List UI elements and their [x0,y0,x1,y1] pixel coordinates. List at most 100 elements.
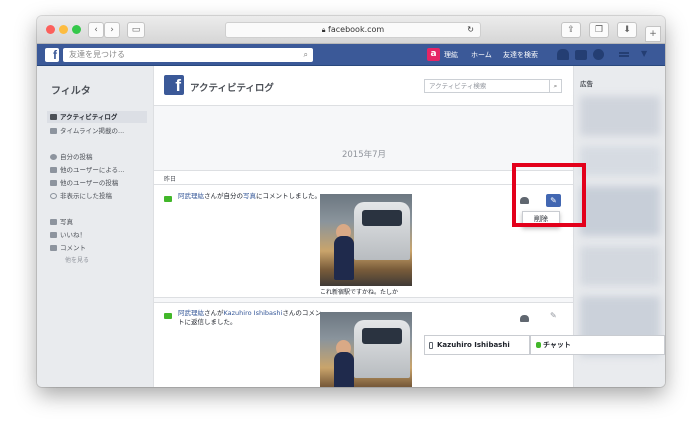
comment-icon [50,180,57,186]
back-button[interactable]: ‹ [88,22,104,38]
sidebar-item-label: 他のユーザーによる... [60,166,125,174]
minimize-window-button[interactable] [59,25,68,34]
sidebar-item-label: いいね！ [60,231,86,239]
photo-caption: これ新宿駅ですかね。たしか [320,289,399,296]
privacy-shortcuts-icon[interactable] [619,52,629,57]
share-icon: ⇪ [567,25,575,35]
sidebar-item-likes[interactable]: いいね！ [47,229,147,241]
train-window-shape [362,210,402,226]
entry-text: 阿武理紘さんがKazuhiro Ishibashiさんのコメントに返信しました。 [178,309,322,327]
address-bar[interactable]: 🔒︎ facebook.com ↻ [225,22,481,38]
tabs-button[interactable]: ❐ [589,22,609,38]
photo-icon [50,219,57,225]
activity-search-input[interactable]: アクティビティ検索 ⌕ [424,79,562,93]
sidebar-item-label: 非表示にした投稿 [60,192,112,200]
ad-placeholder [580,146,660,176]
author-link[interactable]: 阿武理紘 [178,309,204,317]
close-window-button[interactable] [46,25,55,34]
commenter-link[interactable]: Kazuhiro Ishibashi [224,309,283,317]
entry-photo[interactable] [320,312,412,387]
activity-entry: 阿武理紘さんが自分の写真にコメントしました。 これ新宿駅ですかね。たしか ✎ 削… [154,184,574,298]
sidebar-item-activity-log[interactable]: アクティビティログ [47,111,147,123]
phone-icon [429,342,433,349]
facebook-logo-large: f [164,75,184,95]
entry-text-mid: さんが [204,309,224,317]
downloads-button[interactable]: ⬇ [617,22,637,38]
entry-text-mid: さんが自分の [204,192,243,200]
section-header: 昨日 [154,170,574,184]
sidebar-item-label: 写真 [60,218,73,226]
friend-search-placeholder: 友達を見つける [69,50,125,59]
friend-requests-icon[interactable] [557,49,569,60]
photo-link[interactable]: 写真 [243,192,256,200]
chevron-right-icon: › [110,25,114,35]
log-icon [50,114,57,120]
new-tab-button[interactable]: + [645,26,661,42]
friend-search-input[interactable]: 友達を見つける ⌕ [63,48,313,62]
hidden-icon [50,193,57,199]
ad-placeholder [580,96,660,136]
sidebar-item-others-posts[interactable]: 他のユーザーの投稿 [47,177,147,189]
entry-photo[interactable] [320,194,412,286]
sidebar-item-label: 自分の投稿 [60,153,93,161]
sidebar-item-label: コメント [60,244,86,252]
sidebar-item-timeline-review[interactable]: タイムライン掲載の... [47,125,147,137]
ads-label: 広告 [580,80,593,88]
plus-icon: + [649,29,657,39]
search-icon[interactable]: ⌕ [304,48,308,62]
chat-tab-contact[interactable]: Kazuhiro Ishibashi [424,335,530,355]
chevron-down-icon[interactable]: ▼ [641,49,647,58]
chat-user-icon [536,342,541,348]
chat-tab[interactable]: チャット [530,335,665,355]
sidebar-item-label: アクティビティログ [60,113,118,121]
user-avatar[interactable]: a [427,48,440,61]
audience-friends-icon[interactable] [520,315,529,322]
share-button[interactable]: ⇪ [561,22,581,38]
ad-placeholder [580,186,660,236]
sidebar-item-hidden-posts[interactable]: 非表示にした投稿 [47,190,147,202]
pencil-icon[interactable]: ✎ [550,311,557,320]
author-link[interactable]: 阿武理紘 [178,192,204,200]
see-more-link[interactable]: 他を見る [47,255,147,267]
tag-icon [50,167,57,173]
find-friends-link[interactable]: 友達を検索 [503,50,538,60]
sidebar-item-tagged-by-others[interactable]: 他のユーザーによる... [47,164,147,176]
search-icon[interactable]: ⌕ [549,80,561,92]
chat-label: チャット [543,341,571,349]
comment-icon [164,196,172,202]
notifications-icon[interactable] [593,49,604,60]
sidebar-icon: ▭ [131,25,141,35]
facebook-header: f 友達を見つける ⌕ a 理紘 ホーム 友達を検索 ▼ [37,44,665,66]
facebook-logo[interactable]: f [45,48,59,62]
sidebar-item-comments[interactable]: コメント [47,242,147,254]
download-icon: ⬇ [623,25,631,35]
browser-toolbar: ‹ › ▭ 🔒︎ facebook.com ↻ ⇪ ❐ ⬇ + [37,16,665,44]
sidebar-item-label: タイムライン掲載の... [60,127,125,135]
user-icon [50,154,57,160]
filter-title: フィルタ [51,86,91,97]
like-icon [50,232,57,238]
home-link[interactable]: ホーム [471,50,492,60]
chevron-left-icon: ‹ [94,25,98,35]
comment-icon [164,313,172,319]
ad-placeholder [580,246,660,286]
tabs-icon: ❐ [594,25,604,35]
sidebar-item-label: 他を見る [65,257,90,264]
messages-icon[interactable] [575,50,587,60]
zoom-window-button[interactable] [72,25,81,34]
lock-icon: 🔒︎ [321,26,326,34]
filter-sidebar: フィルタ アクティビティログ タイムライン掲載の... 自分の投稿 他のユーザー… [37,66,153,387]
sidebar-item-your-posts[interactable]: 自分の投稿 [47,151,147,163]
reload-icon[interactable]: ↻ [467,23,474,37]
page-title: アクティビティログ [190,83,274,94]
entry-text: 阿武理紘さんが自分の写真にコメントしました。 [178,192,328,201]
child-body-shape [334,352,354,387]
sidebar-toggle-button[interactable]: ▭ [127,22,145,38]
forward-button[interactable]: › [104,22,120,38]
child-body-shape [334,236,354,280]
profile-link[interactable]: 理紘 [444,50,458,60]
sidebar-item-photos[interactable]: 写真 [47,216,147,228]
entry-text-end: にコメントしました。 [256,192,321,200]
activity-search-placeholder: アクティビティ検索 [429,82,487,90]
highlight-box [512,163,586,227]
